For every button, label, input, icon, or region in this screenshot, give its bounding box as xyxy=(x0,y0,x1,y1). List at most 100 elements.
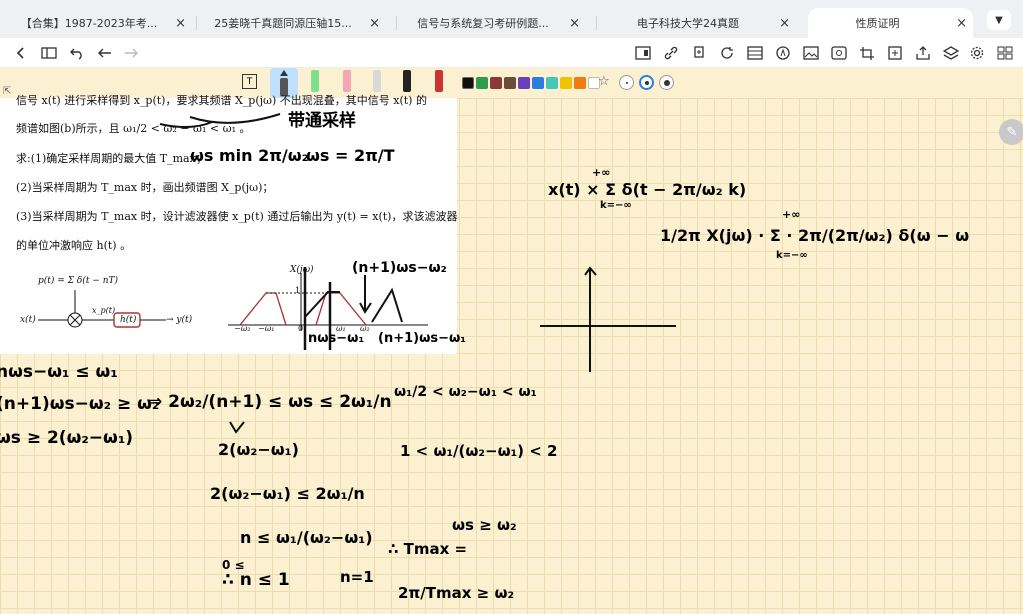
hw-ws-min: ωs min 2π/ω₂ xyxy=(190,146,309,165)
xp-of-t-label: x_p(t) xyxy=(92,306,116,315)
hw-conv-top: +∞ xyxy=(782,208,801,221)
page-layout-icon[interactable] xyxy=(632,42,654,64)
tick-neg-w1: −ω₁ xyxy=(258,324,275,333)
close-icon[interactable]: × xyxy=(956,16,967,31)
hw-n-bottom-right: (n+1)ωs−ω₁ xyxy=(378,331,466,346)
tab-label: 电子科技大学24真题 xyxy=(637,17,739,30)
tick-neg-w2: −ω₂ xyxy=(234,324,251,333)
tab-bar: 【合集】1987-2023年考... × 25姜晓千真题同源压轴15... × … xyxy=(0,0,1023,38)
pencil-tool[interactable] xyxy=(428,68,450,98)
tab-label: 性质证明 xyxy=(855,17,900,30)
link-icon[interactable] xyxy=(660,42,682,64)
tab-property-proof[interactable]: 性质证明 × xyxy=(808,8,973,38)
grid-icon[interactable] xyxy=(744,42,766,64)
tick-zero: 0 xyxy=(298,324,304,333)
color-swatch-maroon[interactable] xyxy=(490,77,502,89)
tab-dropdown-button[interactable]: ▼ xyxy=(987,10,1011,30)
tab-jiang-xiaoqian[interactable]: 25姜晓千真题同源压轴15... × xyxy=(206,8,386,38)
problem-line-3: 求:(1)确定采样周期的最大值 T_max； xyxy=(16,152,207,165)
hw-ineq3: ωs ≥ 2(ω₂−ω₁) xyxy=(0,428,134,448)
tab-label: 25姜晓千真题同源压轴15... xyxy=(214,17,352,30)
hw-step-c: n ≤ ω₁/(ω₂−ω₁) xyxy=(240,528,373,547)
hw-bandpass-note: 带通采样 xyxy=(288,111,356,131)
hw-ineq1: nωs−ω₁ ≤ ω₁ xyxy=(0,362,118,382)
undo-arrow-icon[interactable] xyxy=(94,42,116,64)
color-swatch-blue[interactable] xyxy=(532,77,544,89)
hw-conv-bottom: k=−∞ xyxy=(776,250,808,261)
color-swatch-green[interactable] xyxy=(476,77,488,89)
hw-step-a: 2(ω₂−ω₁) xyxy=(218,440,299,459)
tab-uestc-24[interactable]: 电子科技大学24真题 × xyxy=(606,8,796,38)
close-icon[interactable]: × xyxy=(369,16,380,31)
p-of-t-label: p(t) = Σ δ(t − nT) xyxy=(38,276,119,286)
pen-mode-icon[interactable] xyxy=(772,42,794,64)
tab-1987-2023[interactable]: 【合集】1987-2023年考... × xyxy=(12,8,192,38)
tab-label: 信号与系统复习考研例题... xyxy=(417,17,549,30)
close-icon[interactable]: × xyxy=(175,16,186,31)
outline-icon[interactable] xyxy=(38,42,60,64)
favorite-star-icon[interactable]: ☆ xyxy=(598,74,610,89)
redo-icon[interactable] xyxy=(120,42,142,64)
hw-step-e: ∴ n ≤ 1 xyxy=(222,570,290,590)
layers-icon[interactable] xyxy=(940,42,962,64)
color-swatch-orange[interactable] xyxy=(574,77,586,89)
refresh-icon[interactable] xyxy=(716,42,738,64)
hw-cond: ω₁/2 < ω₂−ω₁ < ω₁ xyxy=(394,384,537,400)
collapse-icon[interactable]: ⇱ xyxy=(3,86,11,97)
spectrum-title: X(jω) xyxy=(290,265,314,275)
problem-line-6: 的单位冲激响应 h(t) 。 xyxy=(16,239,132,252)
close-icon[interactable]: × xyxy=(569,16,580,31)
tab-separator xyxy=(396,16,397,30)
crop-icon[interactable] xyxy=(856,42,878,64)
hw-cond2: 1 < ω₁/(ω₂−ω₁) < 2 xyxy=(400,442,558,460)
hw-ws-def: ωs = 2π/T xyxy=(306,146,395,165)
color-swatch-yellow[interactable] xyxy=(560,77,572,89)
color-swatch-black[interactable] xyxy=(462,77,474,89)
back-icon[interactable] xyxy=(10,42,32,64)
tab-separator xyxy=(196,16,197,30)
hw-n-top: (n+1)ωs−ω₂ xyxy=(352,260,447,276)
pasted-problem-image[interactable]: 信号 x(t) 进行采样得到 x_p(t)，要求其频谱 X_p(jω) 不出现混… xyxy=(0,94,458,354)
settings-icon[interactable] xyxy=(966,42,988,64)
main-toolbar xyxy=(0,38,1023,68)
color-swatch-purple[interactable] xyxy=(518,77,530,89)
export-icon[interactable] xyxy=(912,42,934,64)
add-page-icon[interactable] xyxy=(884,42,906,64)
problem-line-2: 频谱如图(b)所示，且 ω₁/2 < ω₂ − ω₁ < ω₁ 。 xyxy=(16,122,251,135)
tab-signals-review[interactable]: 信号与系统复习考研例题... × xyxy=(406,8,586,38)
hw-xt-sum: x(t) × Σ δ(t − 2π/ω₂ k) xyxy=(548,180,747,199)
undo-icon[interactable] xyxy=(66,42,88,64)
text-tool-icon[interactable]: T xyxy=(242,74,257,89)
copy-icon[interactable] xyxy=(688,42,710,64)
color-swatch-brown[interactable] xyxy=(504,77,516,89)
hw-sum-top: +∞ xyxy=(592,166,611,179)
close-icon[interactable]: × xyxy=(779,16,790,31)
hw-ineq2: (n+1)ωs−ω₂ ≥ ω₂ xyxy=(0,394,160,414)
y-of-t-label: → y(t) xyxy=(166,315,193,325)
problem-line-1: 信号 x(t) 进行采样得到 x_p(t)，要求其频谱 X_p(jω) 不出现混… xyxy=(16,94,427,107)
hw-n-bottom-left: nωs−ω₁ xyxy=(308,331,365,346)
x-of-t-label: x(t) xyxy=(20,315,36,325)
hw-step-b: 2(ω₂−ω₁) ≤ 2ω₁/n xyxy=(210,484,365,503)
stroke-size-large[interactable] xyxy=(659,75,674,90)
hw-range: ⇒ 2ω₂/(n+1) ≤ ωs ≤ 2ω₁/n xyxy=(148,392,392,412)
hw-tmax: ∴ Tmax = xyxy=(388,540,468,558)
hw-final: 2π/Tmax ≥ ω₂ xyxy=(398,584,515,602)
h-of-t-label: h(t) xyxy=(120,315,137,325)
image-icon[interactable] xyxy=(800,42,822,64)
tab-label: 【合集】1987-2023年考... xyxy=(20,17,158,30)
stamp-icon[interactable] xyxy=(828,42,850,64)
floating-pen-button[interactable]: ✎ xyxy=(999,119,1023,145)
hw-convolution: 1/2π X(jω) · Σ · 2π/(2π/ω₂) δ(ω − ω xyxy=(660,226,970,245)
color-swatch-teal[interactable] xyxy=(546,77,558,89)
problem-line-4: (2)当采样周期为 T_max 时，画出频谱图 X_p(jω)； xyxy=(16,181,274,194)
problem-line-5: (3)当采样周期为 T_max 时，设计滤波器使 x_p(t) 通过后输出为 y… xyxy=(16,210,458,223)
stroke-size-medium[interactable] xyxy=(639,75,654,90)
stroke-size-small[interactable] xyxy=(619,75,634,90)
spectrum-amplitude: 1 xyxy=(295,286,301,295)
hw-ws-ge: ωs ≥ ω₂ xyxy=(452,516,517,534)
hw-n-eq: n=1 xyxy=(340,568,374,586)
more-icon[interactable] xyxy=(994,42,1016,64)
hw-sum-bottom: k=−∞ xyxy=(600,200,632,211)
tab-separator xyxy=(596,16,597,30)
